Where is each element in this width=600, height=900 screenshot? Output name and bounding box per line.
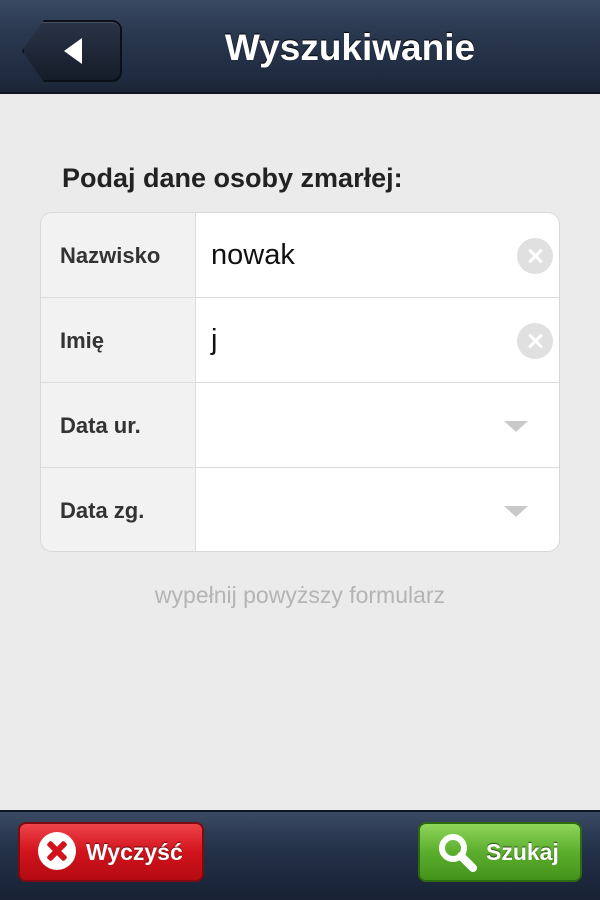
bottom-toolbar: Wyczyść Szukaj: [0, 810, 600, 900]
surname-input[interactable]: nowak: [211, 213, 295, 297]
field-row-death-date[interactable]: Data zg.: [41, 468, 559, 551]
x-circle-icon: [38, 832, 76, 870]
first-name-label: Imię: [41, 298, 196, 382]
form-hint: wypełnij powyższy formularz: [154, 582, 446, 608]
clear-icon[interactable]: [517, 323, 553, 359]
app-screen: Wyszukiwanie Podaj dane osoby zmarłej: N…: [0, 0, 600, 900]
birth-date-label: Data ur.: [41, 383, 196, 467]
chevron-down-icon[interactable]: [504, 421, 528, 432]
field-row-first-name: Imię j: [41, 298, 559, 383]
chevron-down-icon[interactable]: [504, 506, 528, 517]
death-date-label: Data zg.: [41, 468, 196, 551]
surname-label: Nazwisko: [41, 213, 196, 297]
search-form: Nazwisko nowak Imię j Data ur. Data zg.: [40, 212, 560, 552]
field-row-surname: Nazwisko nowak: [41, 213, 559, 298]
search-icon: [439, 834, 477, 872]
page-title: Wyszukiwanie: [224, 27, 476, 68]
clear-button[interactable]: Wyczyść: [18, 822, 204, 882]
clear-icon[interactable]: [517, 238, 553, 274]
search-button-label: Szukaj: [486, 839, 559, 865]
title-bar: Wyszukiwanie: [0, 0, 600, 94]
back-button[interactable]: [22, 20, 122, 82]
field-row-birth-date[interactable]: Data ur.: [41, 383, 559, 468]
form-prompt: Podaj dane osoby zmarłej:: [62, 163, 403, 193]
clear-button-label: Wyczyść: [86, 839, 183, 865]
search-button[interactable]: Szukaj: [418, 822, 582, 882]
back-arrow-icon: [64, 38, 82, 64]
first-name-input[interactable]: j: [211, 298, 217, 382]
